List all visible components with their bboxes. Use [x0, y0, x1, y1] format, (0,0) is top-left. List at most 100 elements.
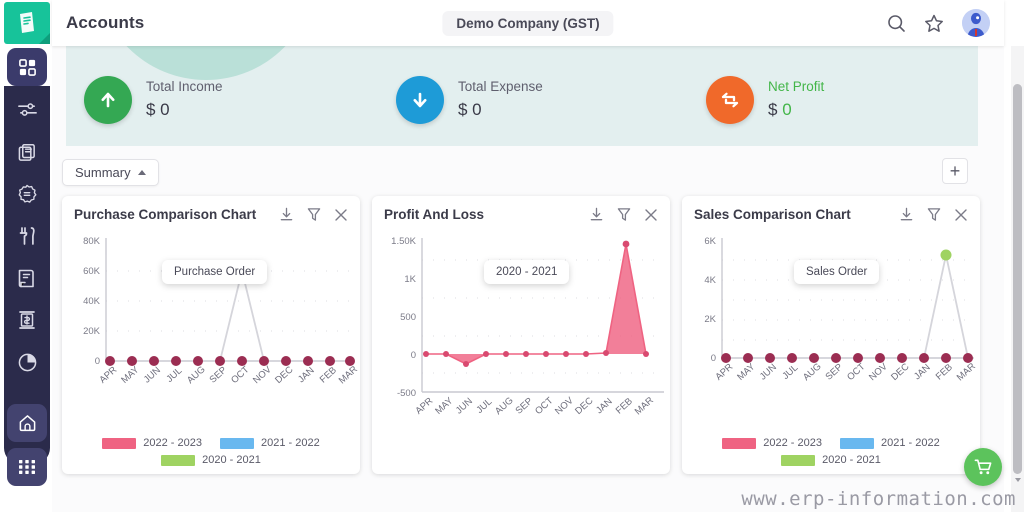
filter-icon[interactable] [307, 207, 321, 222]
sidebar-item-dashboard[interactable] [7, 48, 47, 86]
page-title: Accounts [66, 13, 145, 32]
svg-text:JUL: JUL [780, 362, 800, 381]
svg-text:MAR: MAR [337, 364, 360, 386]
svg-text:JAN: JAN [912, 362, 933, 382]
svg-text:1K: 1K [404, 274, 416, 285]
sidebar [0, 0, 52, 512]
download-icon[interactable] [279, 207, 294, 222]
arrow-up-icon [84, 76, 132, 124]
shopping-cart-icon [974, 459, 991, 475]
dashboard-grid-icon [18, 58, 36, 76]
card-tools [279, 207, 348, 222]
svg-text:FEB: FEB [318, 365, 339, 386]
chart-legend: 2022 - 2023 2021 - 2022 2020 - 2021 [682, 437, 980, 466]
sidebar-item-apps[interactable] [7, 448, 47, 486]
main-content: Total Income $ 0 Total Expense $ 0 Net P… [52, 46, 1004, 512]
legend-label: 2022 - 2023 [763, 437, 822, 449]
card-profit-and-loss: Profit And Loss 1.50K 1K 500 0 -500 APR … [372, 196, 670, 474]
kpi-banner: Total Income $ 0 Total Expense $ 0 Net P… [66, 46, 978, 146]
svg-text:MAR: MAR [633, 395, 656, 417]
user-avatar[interactable] [962, 9, 990, 37]
svg-text:MAY: MAY [119, 364, 142, 386]
svg-text:NOV: NOV [553, 395, 576, 417]
kpi-label: Net Profit [768, 79, 825, 95]
card-tools [589, 207, 658, 222]
svg-text:FEB: FEB [614, 396, 635, 417]
card-sales-comparison-chart: Sales Comparison Chart 6K 4K 2K 0 APR MA… [682, 196, 980, 474]
kpi-total-expense: Total Expense $ 0 [396, 76, 543, 124]
erp-logo-icon[interactable] [4, 2, 50, 44]
svg-text:APR: APR [97, 364, 119, 385]
svg-text:MAR: MAR [955, 361, 978, 383]
svg-text:DEC: DEC [273, 364, 295, 386]
plot-area: 6K 4K 2K 0 APR MAY JUN JUL AUG SEP OCT N… [682, 230, 980, 415]
sidebar-item-sliders[interactable] [7, 91, 47, 129]
legend-label: 2021 - 2022 [261, 437, 320, 449]
legend-item[interactable]: 2021 - 2022 [840, 437, 940, 449]
scrollbar-thumb[interactable] [1013, 84, 1022, 474]
close-icon[interactable] [954, 208, 968, 222]
sliders-icon [17, 103, 37, 116]
svg-text:0: 0 [711, 353, 716, 364]
svg-text:JAN: JAN [296, 365, 317, 385]
apps-grid-icon [19, 460, 35, 474]
svg-text:JUL: JUL [164, 365, 184, 384]
chart-tooltip: Purchase Order [162, 260, 268, 284]
cash-icon [19, 311, 35, 329]
legend-item[interactable]: 2022 - 2023 [722, 437, 822, 449]
kpi-net-profit: Net Profit $ 0 [706, 76, 824, 124]
star-icon[interactable] [924, 14, 944, 33]
close-icon[interactable] [644, 208, 658, 222]
chevron-up-icon [137, 170, 146, 175]
svg-text:0: 0 [411, 350, 416, 361]
svg-text:SEP: SEP [514, 396, 535, 417]
sidebar-item-analytics[interactable] [7, 343, 47, 381]
sidebar-item-home[interactable] [7, 404, 47, 442]
svg-text:DEC: DEC [889, 361, 911, 383]
legend-item[interactable]: 2020 - 2021 [161, 454, 261, 466]
add-widget-button[interactable]: + [942, 158, 968, 184]
svg-text:AUG: AUG [493, 395, 516, 417]
svg-text:MAY: MAY [735, 361, 758, 383]
shopping-cart-fab[interactable] [964, 448, 1002, 486]
download-icon[interactable] [899, 207, 914, 222]
chart-legend: 2022 - 2023 2021 - 2022 2020 - 2021 [62, 437, 360, 466]
exchange-icon [706, 76, 754, 124]
svg-text:OCT: OCT [229, 364, 251, 386]
settings-gear-icon [18, 184, 37, 203]
svg-text:NOV: NOV [867, 361, 890, 383]
legend-label: 2020 - 2021 [202, 454, 261, 466]
summary-label: Summary [75, 165, 131, 180]
download-icon[interactable] [589, 207, 604, 222]
sidebar-item-report[interactable] [7, 259, 47, 297]
card-purchase-comparison-chart: Purchase Comparison Chart 80K 60K 40K 20… [62, 196, 360, 474]
svg-text:SEP: SEP [208, 365, 229, 386]
sidebar-item-cash[interactable] [7, 301, 47, 339]
banner-decoration-circle [96, 46, 316, 80]
search-icon[interactable] [887, 14, 906, 33]
sidebar-item-documents[interactable] [7, 133, 47, 171]
legend-swatch [220, 437, 254, 449]
close-icon[interactable] [334, 208, 348, 222]
company-selector[interactable]: Demo Company (GST) [442, 10, 614, 36]
sidebar-item-settings[interactable] [7, 175, 47, 213]
report-icon [18, 269, 34, 287]
scroll-down-arrow-icon[interactable] [1014, 478, 1021, 482]
vertical-scrollbar[interactable] [1011, 46, 1024, 512]
arrow-down-icon [396, 76, 444, 124]
legend-item[interactable]: 2020 - 2021 [781, 454, 881, 466]
card-title: Sales Comparison Chart [694, 207, 851, 222]
summary-toggle-button[interactable]: Summary [62, 159, 159, 186]
sidebar-item-tools[interactable] [7, 217, 47, 255]
svg-text:20K: 20K [83, 326, 101, 337]
svg-text:JUL: JUL [474, 396, 494, 415]
filter-icon[interactable] [927, 207, 941, 222]
filter-icon[interactable] [617, 207, 631, 222]
legend-label: 2021 - 2022 [881, 437, 940, 449]
svg-text:JAN: JAN [594, 396, 615, 416]
top-bar-actions [887, 9, 990, 37]
card-title: Profit And Loss [384, 207, 484, 222]
svg-text:500: 500 [400, 312, 416, 323]
legend-item[interactable]: 2021 - 2022 [220, 437, 320, 449]
legend-item[interactable]: 2022 - 2023 [102, 437, 202, 449]
